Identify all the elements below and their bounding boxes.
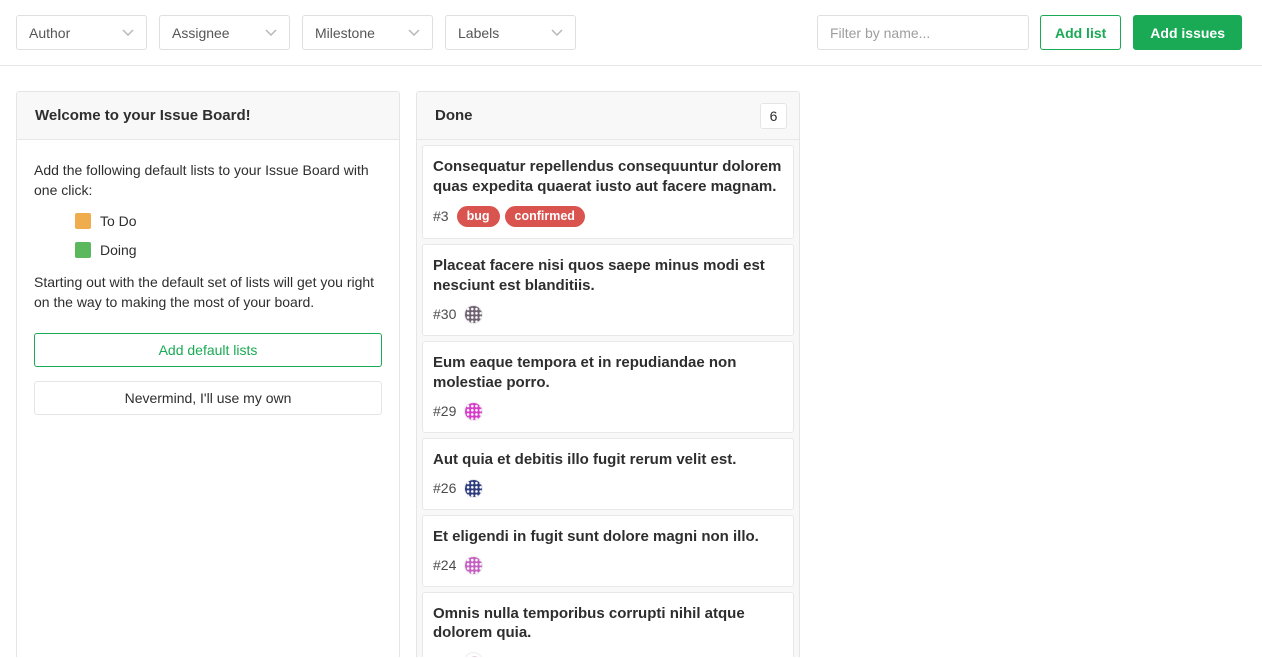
nevermind-button[interactable]: Nevermind, I'll use my own	[34, 381, 382, 415]
assignee-avatar	[464, 479, 483, 498]
issue-card[interactable]: Aut quia et debitis illo fugit rerum vel…	[422, 438, 794, 510]
add-default-lists-button[interactable]: Add default lists	[34, 333, 382, 367]
label-badge-confirmed[interactable]: confirmed	[505, 206, 585, 227]
todo-color-swatch	[75, 213, 91, 229]
assignee-avatar	[464, 305, 483, 324]
assignee-avatar	[464, 556, 483, 575]
issue-number: #3	[433, 208, 449, 224]
milestone-dropdown-label: Milestone	[315, 25, 375, 41]
assignee-dropdown[interactable]: Assignee	[159, 15, 290, 50]
welcome-board-title: Welcome to your Issue Board!	[35, 107, 251, 124]
welcome-outro-text: Starting out with the default set of lis…	[34, 272, 382, 313]
issue-number: #30	[433, 306, 456, 322]
labels-dropdown-label: Labels	[458, 25, 499, 41]
doing-list-label: Doing	[100, 240, 137, 260]
issue-title[interactable]: Omnis nulla temporibus corrupti nihil at…	[433, 604, 783, 644]
filter-bar: Author Assignee Milestone Labels Add lis…	[0, 0, 1262, 66]
chevron-down-icon	[265, 29, 277, 36]
milestone-dropdown[interactable]: Milestone	[302, 15, 433, 50]
welcome-board-header: Welcome to your Issue Board!	[17, 92, 399, 140]
labels-dropdown[interactable]: Labels	[445, 15, 576, 50]
issue-card[interactable]: Et eligendi in fugit sunt dolore magni n…	[422, 515, 794, 587]
issue-number: #29	[433, 403, 456, 419]
issue-footer: #23	[433, 652, 783, 657]
issue-card[interactable]: Placeat facere nisi quos saepe minus mod…	[422, 244, 794, 336]
issue-labels: bug confirmed	[457, 206, 585, 227]
issue-count-badge: 6	[760, 103, 787, 129]
author-dropdown[interactable]: Author	[16, 15, 147, 50]
chevron-down-icon	[408, 29, 420, 36]
issue-number: #26	[433, 480, 456, 496]
issue-footer: #3 bug confirmed	[433, 206, 783, 227]
issue-card[interactable]: Consequatur repellendus consequuntur dol…	[422, 145, 794, 239]
issue-board-area: Welcome to your Issue Board! Add the fol…	[0, 66, 1262, 657]
chevron-down-icon	[551, 29, 563, 36]
issue-footer: #30	[433, 305, 783, 324]
doing-color-swatch	[75, 242, 91, 258]
done-board: Done 6 Consequatur repellendus consequun…	[416, 91, 800, 657]
issue-card[interactable]: Eum eaque tempora et in repudiandae non …	[422, 341, 794, 433]
issue-footer: #29	[433, 402, 783, 421]
welcome-intro-text: Add the following default lists to your …	[34, 160, 382, 201]
issue-title[interactable]: Eum eaque tempora et in repudiandae non …	[433, 353, 783, 393]
issue-card[interactable]: Omnis nulla temporibus corrupti nihil at…	[422, 592, 794, 658]
default-list-doing: Doing	[75, 240, 382, 260]
add-list-button[interactable]: Add list	[1040, 15, 1121, 50]
issue-title[interactable]: Consequatur repellendus consequuntur dol…	[433, 157, 783, 197]
default-list-todo: To Do	[75, 211, 382, 231]
done-board-header[interactable]: Done 6	[417, 92, 799, 140]
issue-footer: #26	[433, 479, 783, 498]
assignee-avatar	[464, 402, 483, 421]
issue-title[interactable]: Aut quia et debitis illo fugit rerum vel…	[433, 450, 783, 470]
issue-title[interactable]: Placeat facere nisi quos saepe minus mod…	[433, 256, 783, 296]
todo-list-label: To Do	[100, 211, 137, 231]
issue-number: #23	[433, 654, 456, 657]
done-issue-list: Consequatur repellendus consequuntur dol…	[417, 140, 799, 657]
issue-title[interactable]: Et eligendi in fugit sunt dolore magni n…	[433, 527, 783, 547]
author-dropdown-label: Author	[29, 25, 70, 41]
welcome-board-body: Add the following default lists to your …	[17, 140, 399, 657]
name-filter-input[interactable]	[817, 15, 1029, 50]
label-badge-bug[interactable]: bug	[457, 206, 500, 227]
issue-footer: #24	[433, 556, 783, 575]
assignee-dropdown-label: Assignee	[172, 25, 230, 41]
welcome-board: Welcome to your Issue Board! Add the fol…	[16, 91, 400, 657]
assignee-avatar	[464, 652, 483, 657]
add-issues-button[interactable]: Add issues	[1133, 15, 1242, 50]
issue-number: #24	[433, 557, 456, 573]
done-board-title: Done	[435, 107, 473, 124]
chevron-down-icon	[122, 29, 134, 36]
